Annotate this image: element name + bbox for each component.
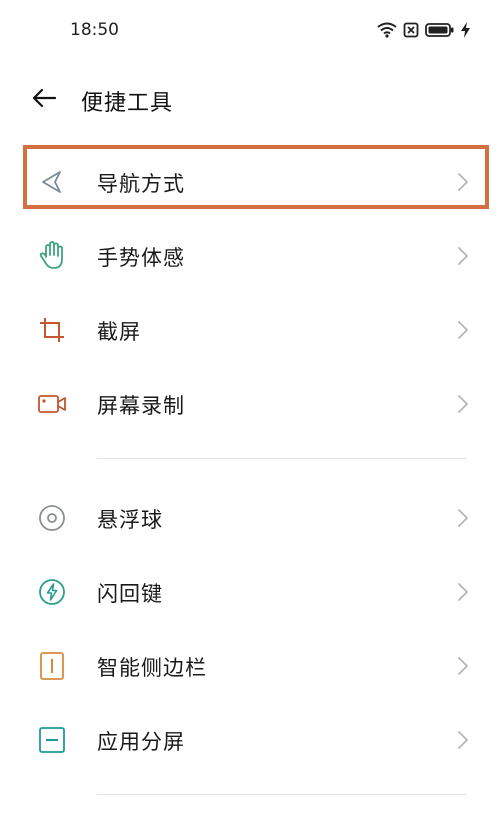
sim-blocked-icon (403, 22, 419, 38)
header: 便捷工具 (0, 78, 500, 122)
chevron-right-icon (456, 729, 470, 751)
back-button[interactable] (28, 84, 60, 116)
item-label: 截屏 (97, 320, 141, 344)
settings-list: 导航方式 手势体感 截屏 屏幕录制 悬浮球 闪回键 智能侧边栏 应用分屏 (0, 144, 500, 816)
sidebar-icon (36, 650, 68, 682)
list-item-floating-ball[interactable]: 悬浮球 (0, 480, 500, 554)
status-icons (377, 22, 470, 38)
chevron-right-icon (456, 655, 470, 677)
status-time: 18:50 (70, 20, 119, 40)
battery-icon (425, 22, 455, 38)
item-label: 闪回键 (97, 582, 163, 606)
chevron-right-icon (456, 393, 470, 415)
page-title: 便捷工具 (81, 91, 174, 116)
charging-bolt-icon (461, 22, 470, 38)
chevron-right-icon (456, 507, 470, 529)
item-label: 导航方式 (97, 172, 185, 196)
item-label: 智能侧边栏 (97, 656, 207, 680)
hand-gesture-icon (36, 240, 68, 272)
crop-icon (36, 314, 68, 346)
split-screen-icon (36, 724, 68, 756)
status-bar: 18:50 (0, 0, 500, 60)
floating-ball-icon (36, 502, 68, 534)
item-label: 悬浮球 (97, 508, 163, 532)
video-record-icon (36, 388, 68, 420)
back-arrow-icon (31, 88, 57, 112)
list-item-gesture[interactable]: 手势体感 (0, 218, 500, 292)
navigation-icon (36, 166, 68, 198)
highlight-box (23, 145, 489, 209)
section-divider (0, 440, 500, 480)
list-item-smart-sidebar[interactable]: 智能侧边栏 (0, 628, 500, 702)
flashback-icon (36, 576, 68, 608)
chevron-right-icon (456, 171, 470, 193)
divider-line (97, 794, 467, 795)
section-divider (0, 776, 500, 816)
wifi-icon (377, 22, 397, 38)
chevron-right-icon (456, 245, 470, 267)
list-item-screenshot[interactable]: 截屏 (0, 292, 500, 366)
item-label: 应用分屏 (97, 730, 185, 754)
item-label: 手势体感 (97, 246, 185, 270)
list-item-split-screen[interactable]: 应用分屏 (0, 702, 500, 776)
chevron-right-icon (456, 319, 470, 341)
list-item-screen-record[interactable]: 屏幕录制 (0, 366, 500, 440)
divider-line (97, 458, 467, 459)
list-item-navigation-mode[interactable]: 导航方式 (0, 144, 500, 218)
item-label: 屏幕录制 (97, 394, 185, 418)
chevron-right-icon (456, 581, 470, 603)
list-item-flashback-key[interactable]: 闪回键 (0, 554, 500, 628)
